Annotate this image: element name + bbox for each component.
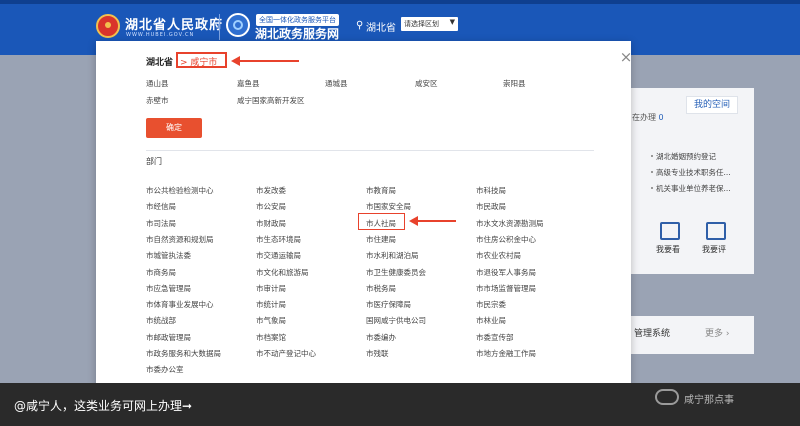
- department-item[interactable]: 市自然资源和规划局: [146, 234, 214, 245]
- department-item[interactable]: 市城管执法委: [146, 250, 191, 261]
- county-item[interactable]: 咸宁国家高新开发区: [237, 95, 305, 106]
- section-divider: [146, 150, 594, 151]
- department-item[interactable]: 市司法局: [146, 218, 176, 229]
- watermark-logo-icon: [655, 389, 679, 405]
- department-item[interactable]: 市市场监督管理局: [476, 283, 536, 294]
- location-pin-icon: ⚲: [356, 20, 364, 31]
- county-item[interactable]: 咸安区: [415, 78, 438, 89]
- county-item[interactable]: 崇阳县: [503, 78, 526, 89]
- caption-text: @咸宁人，这类业务可网上办理➞: [14, 399, 193, 413]
- online-processing-count: 0: [658, 113, 664, 122]
- department-item[interactable]: 市财政局: [256, 218, 286, 229]
- department-item[interactable]: 市文化和旅游局: [256, 267, 309, 278]
- comment-icon[interactable]: [706, 222, 726, 240]
- department-item[interactable]: 市农业农村局: [476, 250, 521, 261]
- department-item[interactable]: 市政务服务和大数据局: [146, 348, 221, 359]
- department-item[interactable]: 市公共检验检测中心: [146, 185, 214, 196]
- department-item[interactable]: 市审计局: [256, 283, 286, 294]
- top-strip: [0, 0, 800, 4]
- department-item[interactable]: 市发改委: [256, 185, 286, 196]
- department-item[interactable]: 市委编办: [366, 332, 396, 343]
- breadcrumb-city[interactable]: > 咸宁市: [180, 55, 217, 68]
- close-icon[interactable]: ×: [619, 50, 633, 65]
- county-item[interactable]: 嘉鱼县: [237, 78, 260, 89]
- department-item[interactable]: 市科技局: [476, 185, 506, 196]
- see-label[interactable]: 我要看: [656, 244, 680, 255]
- county-item[interactable]: 赤壁市: [146, 95, 169, 106]
- region-select[interactable]: 请选择区划 ▼: [401, 17, 458, 31]
- highlight-box: [358, 213, 405, 230]
- more-link[interactable]: 更多 ›: [705, 326, 729, 339]
- service-title[interactable]: 湖北政务服务网: [255, 25, 339, 42]
- national-emblem-icon[interactable]: [96, 14, 120, 38]
- department-item[interactable]: 市教育局: [366, 185, 396, 196]
- department-item[interactable]: 市民宗委: [476, 299, 506, 310]
- department-item[interactable]: 市生态环境局: [256, 234, 301, 245]
- department-item[interactable]: 市国家安全局: [366, 201, 411, 212]
- service-logo-ring: [233, 20, 243, 30]
- department-item[interactable]: 市统战部: [146, 315, 176, 326]
- region-select-value: 请选择区划: [404, 20, 439, 28]
- chevron-down-icon: ▼: [449, 18, 455, 26]
- department-item[interactable]: 市林业局: [476, 315, 506, 326]
- list-item[interactable]: 高级专业技术职务任...: [651, 167, 731, 178]
- gov-title[interactable]: 湖北省人民政府: [125, 14, 223, 33]
- department-heading: 部门: [146, 157, 162, 166]
- county-item[interactable]: 通城县: [325, 78, 348, 89]
- department-item[interactable]: 市住建局: [366, 234, 396, 245]
- department-item[interactable]: 市残联: [366, 348, 389, 359]
- list-item[interactable]: 机关事业单位养老保...: [651, 183, 731, 194]
- location-label: 湖北省: [366, 23, 396, 34]
- header-divider: [219, 14, 220, 40]
- department-item[interactable]: 市商务局: [146, 267, 176, 278]
- list-item[interactable]: 湖北婚姻预约登记: [651, 151, 716, 162]
- department-item[interactable]: 市邮政管理局: [146, 332, 191, 343]
- department-item[interactable]: 市地方金融工作局: [476, 348, 536, 359]
- watermark-text: 咸宁那点事: [684, 395, 734, 406]
- breadcrumb-province[interactable]: 湖北省: [146, 55, 173, 68]
- management-system-label[interactable]: 管理系统: [634, 326, 670, 339]
- department-item[interactable]: 市民政局: [476, 201, 506, 212]
- department-item[interactable]: 市委办公室: [146, 364, 184, 375]
- department-item[interactable]: 市医疗保障局: [366, 299, 411, 310]
- view-icon[interactable]: [660, 222, 680, 240]
- department-item[interactable]: 市水利和湖泊局: [366, 250, 419, 261]
- tab-my-space[interactable]: 我的空间: [686, 96, 738, 114]
- department-item[interactable]: 市不动产登记中心: [256, 348, 316, 359]
- emblem-center: [105, 22, 111, 28]
- gov-url: WWW.HUBEI.GOV.CN: [126, 32, 195, 38]
- department-item[interactable]: 市水文水资源勘测局: [476, 218, 544, 229]
- online-processing: 在办理 0: [632, 112, 664, 123]
- department-item[interactable]: 市统计局: [256, 299, 286, 310]
- department-item[interactable]: 国网咸宁供电公司: [366, 315, 426, 326]
- department-item[interactable]: 市应急管理局: [146, 283, 191, 294]
- department-item[interactable]: 市卫生健康委员会: [366, 267, 426, 278]
- annotation-arrow-line: [416, 220, 456, 222]
- county-item[interactable]: 通山县: [146, 78, 169, 89]
- department-item[interactable]: 市气象局: [256, 315, 286, 326]
- department-item[interactable]: 市委宣传部: [476, 332, 514, 343]
- department-item[interactable]: 市公安局: [256, 201, 286, 212]
- department-item[interactable]: 市交通运输局: [256, 250, 301, 261]
- confirm-button[interactable]: 确定: [146, 118, 202, 138]
- department-item[interactable]: 市住房公积金中心: [476, 234, 536, 245]
- online-processing-label: 在办理: [632, 113, 656, 122]
- annotation-arrow-line: [238, 60, 299, 62]
- department-item[interactable]: 市档案馆: [256, 332, 286, 343]
- department-item[interactable]: 市退役军人事务局: [476, 267, 536, 278]
- department-item[interactable]: 市税务局: [366, 283, 396, 294]
- department-item[interactable]: 市体育事业发展中心: [146, 299, 214, 310]
- department-item[interactable]: 市经信局: [146, 201, 176, 212]
- review-label[interactable]: 我要评: [702, 244, 726, 255]
- service-logo-icon[interactable]: [226, 13, 250, 37]
